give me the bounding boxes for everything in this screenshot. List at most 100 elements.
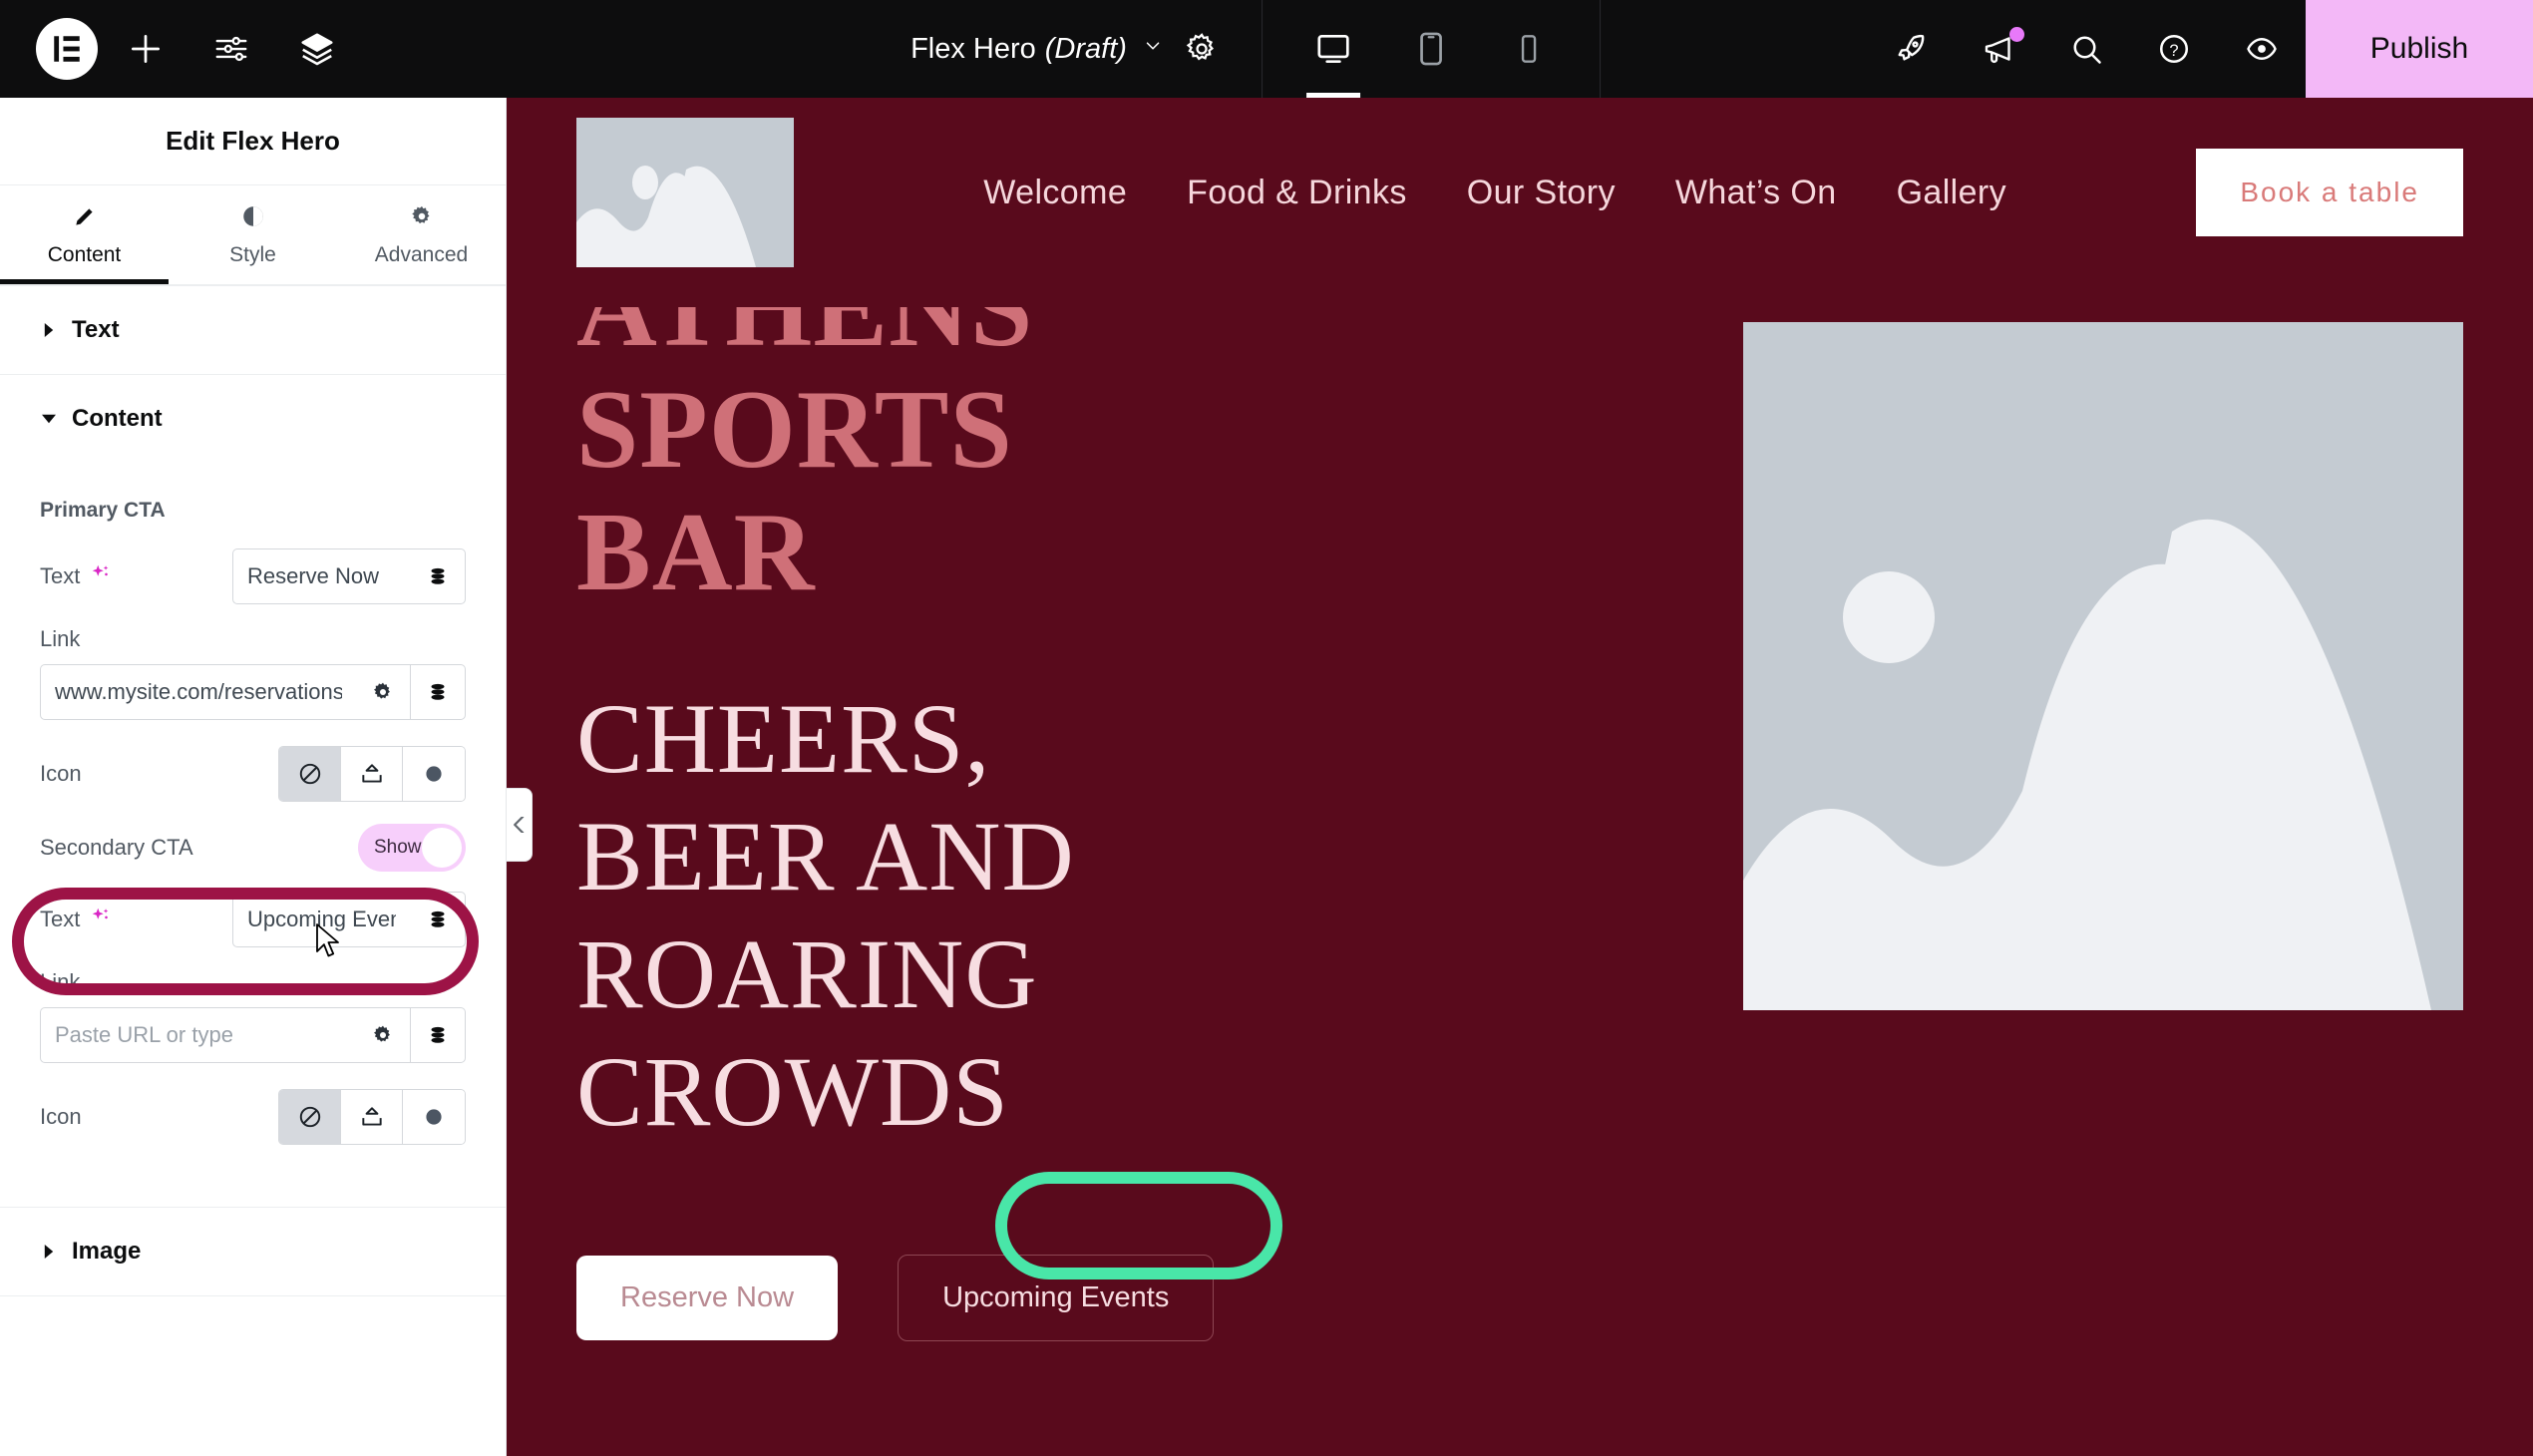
ai-sparkle-icon[interactable] xyxy=(90,906,112,933)
secondary-cta-link-label: Link xyxy=(40,969,81,994)
none-icon[interactable] xyxy=(279,747,341,801)
nav-link-welcome[interactable]: Welcome xyxy=(983,174,1127,212)
hero-title[interactable]: SPORTS BAR xyxy=(576,368,1683,615)
none-icon[interactable] xyxy=(279,1090,341,1144)
device-tablet-button[interactable] xyxy=(1382,0,1480,98)
nav-link-gallery[interactable]: Gallery xyxy=(1897,174,2007,212)
secondary-cta-link-dynamic-tags-icon[interactable] xyxy=(411,1007,466,1063)
nav-link-our-story[interactable]: Our Story xyxy=(1467,174,1616,212)
upload-icon[interactable] xyxy=(341,1090,403,1144)
tab-advanced[interactable]: Advanced xyxy=(337,185,506,284)
device-mobile-button[interactable] xyxy=(1480,0,1578,98)
secondary-cta-link-input[interactable] xyxy=(40,1007,356,1063)
section-text-label: Text xyxy=(72,316,120,343)
plus-icon[interactable] xyxy=(108,11,183,87)
hero-text-column: ATHENS SPORTS BAR CHEERS, BEER AND ROARI… xyxy=(576,287,1683,1342)
megaphone-icon[interactable] xyxy=(1955,11,2042,87)
panel-collapse-handle[interactable] xyxy=(507,788,533,862)
hero-subtitle-line-4: CROWDS xyxy=(576,1036,1009,1148)
primary-cta-group-label: Primary CTA xyxy=(40,499,166,522)
rocket-icon[interactable] xyxy=(1867,11,1955,87)
toggle-knob xyxy=(422,828,462,868)
image-placeholder-icon[interactable] xyxy=(1743,322,2463,1010)
circle-icon[interactable] xyxy=(403,747,465,801)
site-nav-links: Welcome Food & Drinks Our Story What’s O… xyxy=(794,174,2196,212)
primary-cta-link-input[interactable] xyxy=(40,664,356,720)
top-toolbar: Flex Hero (Draft) ? Publish xyxy=(0,0,2533,98)
publish-button[interactable]: Publish xyxy=(2306,0,2533,98)
elementor-logo-icon[interactable] xyxy=(36,18,98,80)
hero-kicker-text: ATHENS xyxy=(576,307,1034,369)
sliders-icon[interactable] xyxy=(193,11,269,87)
toolbar-left-group xyxy=(0,0,355,98)
editor-canvas: Welcome Food & Drinks Our Story What’s O… xyxy=(507,98,2533,1456)
toolbar-divider xyxy=(1261,0,1263,98)
hero-title-line-1: SPORTS xyxy=(576,368,1013,492)
secondary-cta-link-options-gear-icon[interactable] xyxy=(356,1007,411,1063)
hero-kicker: ATHENS xyxy=(576,307,1683,369)
section-image[interactable]: Image xyxy=(0,1208,506,1295)
document-settings-gear-icon[interactable] xyxy=(1164,11,1240,87)
toolbar-right-group: ? Publish xyxy=(1867,0,2533,98)
document-title[interactable]: Flex Hero (Draft) xyxy=(910,33,1164,66)
hero-subtitle-line-1: CHEERS, xyxy=(576,683,991,795)
hero-primary-cta-button[interactable]: Reserve Now xyxy=(576,1256,839,1341)
circle-icon[interactable] xyxy=(403,1090,465,1144)
book-a-table-button[interactable]: Book a table xyxy=(2196,149,2463,236)
primary-cta-text-input-wrap xyxy=(232,548,466,604)
ai-sparkle-icon[interactable] xyxy=(90,562,112,590)
help-icon[interactable]: ? xyxy=(2130,11,2218,87)
secondary-cta-show-toggle[interactable]: Show xyxy=(358,824,466,872)
site-header: Welcome Food & Drinks Our Story What’s O… xyxy=(507,98,2533,287)
section-content[interactable]: Content xyxy=(0,375,506,463)
svg-text:?: ? xyxy=(2169,42,2178,60)
chevron-down-icon[interactable] xyxy=(1142,35,1164,63)
primary-cta-text-label: Text xyxy=(40,563,81,588)
primary-cta-link-options-gear-icon[interactable] xyxy=(356,664,411,720)
device-desktop-button[interactable] xyxy=(1284,0,1382,98)
hero-secondary-cta-button[interactable]: Upcoming Events xyxy=(898,1255,1215,1342)
dynamic-tags-icon[interactable] xyxy=(410,548,466,604)
device-mode-group xyxy=(1284,0,1578,98)
image-placeholder-icon[interactable] xyxy=(576,118,794,267)
hero-subtitle-line-2: BEER AND xyxy=(576,801,1075,912)
layers-icon[interactable] xyxy=(279,11,355,87)
tab-content-label: Content xyxy=(47,242,122,266)
secondary-cta-text-label-wrap: Text xyxy=(40,906,112,933)
upload-icon[interactable] xyxy=(341,747,403,801)
tab-advanced-label: Advanced xyxy=(374,242,469,266)
chevron-down-icon xyxy=(42,405,56,433)
section-text[interactable]: Text xyxy=(0,286,506,374)
preview-eye-icon[interactable] xyxy=(2218,11,2306,87)
gear-icon xyxy=(409,203,435,234)
secondary-cta-icon-row: Icon xyxy=(40,1089,466,1145)
chevron-right-icon xyxy=(42,316,56,344)
document-status: (Draft) xyxy=(1044,32,1127,65)
secondary-cta-text-input[interactable] xyxy=(232,892,410,947)
secondary-cta-group-header: Secondary CTA Show xyxy=(40,824,466,872)
hero-cta-group: Reserve Now Upcoming Events xyxy=(576,1255,1683,1342)
section-content-label: Content xyxy=(72,405,163,432)
image-placeholder-sun xyxy=(632,166,658,199)
chevron-right-icon xyxy=(42,1238,56,1266)
nav-link-whats-on[interactable]: What’s On xyxy=(1675,174,1837,212)
primary-cta-text-input[interactable] xyxy=(232,548,410,604)
secondary-cta-icon-label: Icon xyxy=(40,1104,82,1129)
primary-cta-text-row: Text xyxy=(40,548,466,604)
hero-subtitle[interactable]: CHEERS, BEER AND ROARING CROWDS xyxy=(576,680,1683,1151)
chevron-left-icon xyxy=(513,817,524,833)
nav-link-food-drinks[interactable]: Food & Drinks xyxy=(1187,174,1407,212)
tab-style[interactable]: Style xyxy=(169,185,337,284)
primary-cta-link-label: Link xyxy=(40,626,81,651)
primary-cta-link-dynamic-tags-icon[interactable] xyxy=(411,664,466,720)
dynamic-tags-icon[interactable] xyxy=(410,892,466,947)
search-icon[interactable] xyxy=(2042,11,2130,87)
panel-tab-bar: Content Style Advanced xyxy=(0,185,506,285)
hero-image-column xyxy=(1743,287,2463,1341)
panel-title: Edit Flex Hero xyxy=(0,98,506,185)
primary-cta-text-label-wrap: Text xyxy=(40,562,112,590)
tab-content[interactable]: Content xyxy=(0,185,169,284)
hero-title-line-2: BAR xyxy=(576,491,816,615)
hero-subtitle-line-3: ROARING xyxy=(576,918,1038,1030)
secondary-cta-show-label: Show xyxy=(374,837,422,858)
